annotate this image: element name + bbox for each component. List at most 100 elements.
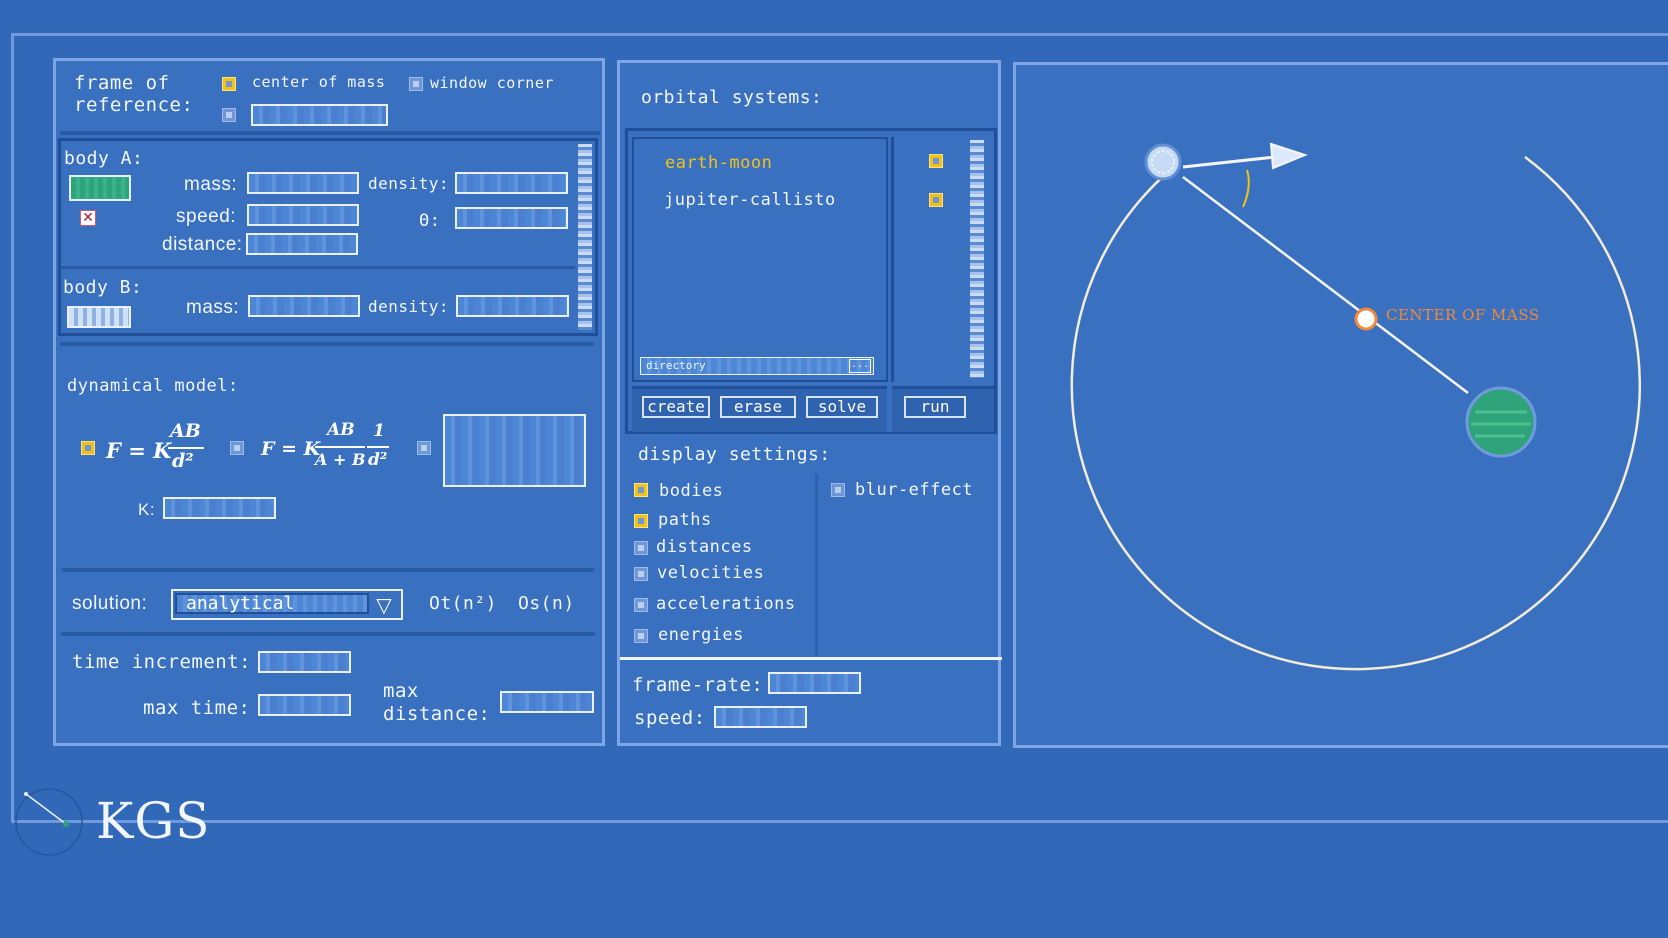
systems-scrollbar[interactable]: [970, 140, 984, 378]
energies-option-label: energies: [658, 625, 744, 645]
bodies-checkbox[interactable]: [634, 483, 648, 497]
browse-button[interactable]: ...: [849, 359, 871, 373]
bodies-scrollbar[interactable]: [578, 144, 592, 330]
center-of-mass-option-label: center of mass: [252, 73, 386, 91]
custom-model-radio[interactable]: [417, 441, 431, 455]
newton-model-radio[interactable]: [81, 441, 95, 455]
distance-line: [1182, 176, 1469, 394]
body-a-speed-label: speed:: [176, 206, 237, 227]
body-a-angle-label: Θ:: [419, 211, 441, 231]
angle-arc: [1242, 169, 1250, 208]
formula-newton-lhs: F = K: [106, 438, 172, 463]
solve-button[interactable]: solve: [806, 396, 878, 418]
divider: [61, 266, 575, 269]
body-a-density-field[interactable]: [455, 172, 568, 194]
custom-reference-field[interactable]: [251, 104, 388, 126]
paths-checkbox[interactable]: [634, 514, 648, 528]
divider: [815, 474, 818, 656]
solution-select[interactable]: analytical ▽: [171, 589, 403, 620]
divider: [887, 386, 892, 432]
divider: [62, 568, 594, 572]
center-of-mass-label: CENTER OF MASS: [1386, 306, 1540, 324]
formula-reduced-den: A + B: [315, 450, 366, 469]
simulation-canvas: [1070, 142, 1642, 671]
system-item-jupiter-callisto[interactable]: jupiter-callisto: [664, 190, 836, 210]
body-a-density-label: density:: [368, 174, 450, 193]
frame-of-reference-label-2: reference:: [74, 94, 194, 116]
solution-selected-value: analytical: [175, 593, 369, 614]
create-button[interactable]: create: [642, 396, 710, 418]
erase-button[interactable]: erase: [720, 396, 796, 418]
bodies-option-label: bodies: [659, 481, 724, 501]
formula-reduced: F = K AB A + B 1 d²: [261, 420, 396, 480]
remove-body-a-icon[interactable]: ✕: [80, 210, 96, 226]
body-b-title: body B:: [63, 277, 143, 298]
center-of-mass-checkbox[interactable]: [222, 77, 236, 91]
orbit-path-a: [1070, 155, 1642, 671]
energies-checkbox[interactable]: [634, 629, 648, 643]
systems-list[interactable]: [632, 137, 888, 382]
divider: [60, 342, 594, 346]
blur-effect-checkbox[interactable]: [831, 483, 845, 497]
body-b-density-field[interactable]: [456, 295, 569, 317]
distances-checkbox[interactable]: [634, 541, 648, 555]
logo-icon: [15, 788, 83, 856]
system-earth-moon-checkbox[interactable]: [929, 154, 943, 168]
max-time-label: max time:: [143, 697, 251, 719]
body-a-mass-field[interactable]: [247, 172, 359, 194]
formula-reduced-num2: 1: [373, 421, 385, 441]
body-a-mass-label: mass:: [184, 174, 238, 195]
speed-label: speed:: [634, 707, 706, 729]
body-a-distance-field[interactable]: [246, 233, 358, 255]
run-button[interactable]: run: [904, 396, 966, 418]
divider: [620, 657, 1002, 660]
custom-reference-checkbox[interactable]: [222, 108, 236, 122]
body-b-mass-label: mass:: [186, 297, 240, 318]
divider: [61, 632, 595, 636]
system-jupiter-callisto-checkbox[interactable]: [929, 193, 943, 207]
body-b-density-label: density:: [368, 297, 450, 316]
body-a-speed-field[interactable]: [247, 204, 359, 226]
system-item-earth-moon[interactable]: earth-moon: [665, 153, 772, 173]
speed-field[interactable]: [714, 706, 807, 728]
frame-rate-label: frame-rate:: [632, 674, 764, 696]
fraction-bar: [168, 447, 204, 449]
formula-newton: F = K AB d²: [106, 420, 216, 480]
frame-of-reference-label: frame of: [74, 72, 170, 94]
formula-reduced-lhs: F = K: [261, 438, 321, 460]
accelerations-option-label: accelerations: [656, 594, 796, 614]
chevron-down-icon[interactable]: ▽: [371, 593, 397, 617]
directory-field[interactable]: directory ...: [640, 357, 874, 375]
formula-newton-num: AB: [170, 420, 201, 442]
time-increment-field[interactable]: [258, 651, 351, 673]
dynamical-model-title: dynamical model:: [67, 376, 239, 396]
window-corner-checkbox[interactable]: [409, 77, 423, 91]
accelerations-checkbox[interactable]: [634, 598, 648, 612]
k-field[interactable]: [163, 497, 276, 519]
display-settings-title: display settings:: [638, 444, 831, 465]
max-time-field[interactable]: [258, 694, 351, 716]
distances-option-label: distances: [656, 537, 753, 557]
velocities-checkbox[interactable]: [634, 567, 648, 581]
center-of-mass-marker: [1354, 307, 1378, 331]
max-distance-label-2: distance:: [383, 703, 491, 725]
frame-rate-field[interactable]: [768, 672, 861, 694]
blur-effect-option-label: blur-effect: [855, 480, 974, 500]
body-a-distance-label: distance:: [162, 234, 243, 255]
custom-model-field[interactable]: [443, 414, 586, 487]
time-increment-label: time increment:: [72, 651, 252, 673]
body-b: [1465, 386, 1537, 458]
body-b-color-swatch[interactable]: [67, 306, 131, 328]
fraction-bar: [315, 446, 365, 448]
window-corner-option-label: window corner: [430, 74, 554, 92]
formula-reduced-den2: d²: [368, 450, 388, 470]
body-a-color-swatch[interactable]: [69, 175, 131, 201]
velocity-arrowhead: [1269, 142, 1308, 170]
velocities-option-label: velocities: [657, 563, 765, 583]
velocity-vector: [1182, 155, 1276, 169]
max-distance-field[interactable]: [500, 691, 594, 713]
systems-status-column: [891, 137, 969, 382]
body-b-mass-field[interactable]: [248, 295, 360, 317]
body-a-angle-field[interactable]: [455, 207, 568, 229]
reduced-model-radio[interactable]: [230, 441, 244, 455]
